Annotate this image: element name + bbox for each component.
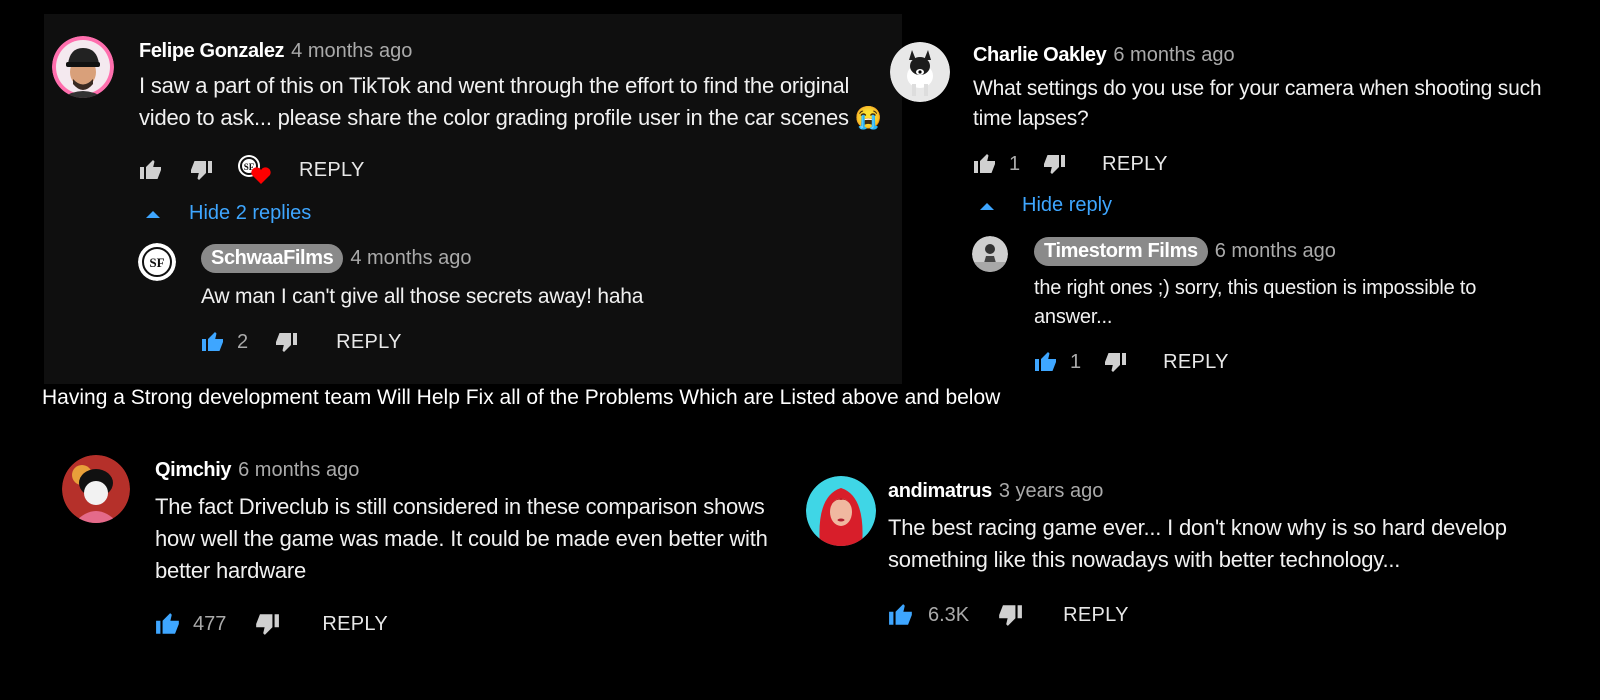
comment-actions: 6.3K REPLY <box>888 602 1129 628</box>
comment-panel-felipe: Felipe Gonzalez 4 months ago I saw a par… <box>44 14 902 384</box>
timestamp[interactable]: 6 months ago <box>238 459 359 482</box>
thumbs-up-icon[interactable] <box>888 602 914 628</box>
svg-text:SF: SF <box>149 255 164 270</box>
reply-button[interactable]: REPLY <box>322 613 388 636</box>
author-name[interactable]: Felipe Gonzalez <box>139 40 285 63</box>
hide-reply-toggle[interactable]: Hide reply <box>980 194 1112 217</box>
author-name[interactable]: Charlie Oakley <box>973 44 1107 67</box>
timestamp[interactable]: 4 months ago <box>291 40 412 63</box>
thumbs-down-icon[interactable] <box>274 330 298 354</box>
thumbs-up-icon[interactable] <box>155 611 181 637</box>
reply-button[interactable]: REPLY <box>1163 351 1229 374</box>
caret-up-icon <box>980 201 994 211</box>
comment-header: andimatrus 3 years ago <box>888 480 1103 503</box>
author-name[interactable]: andimatrus <box>888 480 992 503</box>
comment-panel-qimchiy: Qimchiy 6 months ago The fact Driveclub … <box>62 455 802 655</box>
timestamp[interactable]: 6 months ago <box>1215 240 1336 263</box>
author-name[interactable]: SchwaaFilms <box>201 244 344 273</box>
like-count: 2 <box>237 330 249 353</box>
thumbs-down-icon[interactable] <box>1042 152 1066 176</box>
timestamp[interactable]: 6 months ago <box>1113 44 1234 67</box>
comment-panel-charlie: Charlie Oakley 6 months ago What setting… <box>890 30 1600 386</box>
thumbs-down-icon[interactable] <box>1103 350 1127 374</box>
reply-actions: 1 REPLY <box>1034 350 1229 374</box>
hide-replies-label: Hide 2 replies <box>189 202 312 224</box>
author-name[interactable]: Qimchiy <box>155 459 232 482</box>
thumbs-up-icon[interactable] <box>973 152 997 176</box>
reply-button[interactable]: REPLY <box>1102 153 1168 176</box>
timestamp[interactable]: 3 years ago <box>999 480 1104 503</box>
comment-text: The best racing game ever... I don't kno… <box>888 515 1507 572</box>
reply-header: SchwaaFilms 4 months ago <box>201 244 472 273</box>
thumbs-down-icon[interactable] <box>997 602 1023 628</box>
comment-actions: SF REPLY <box>139 154 365 186</box>
avatar[interactable] <box>806 476 876 546</box>
thumbs-down-icon[interactable] <box>189 158 213 182</box>
thumbs-up-icon[interactable] <box>1034 350 1058 374</box>
hide-replies-toggle[interactable]: Hide 2 replies <box>146 202 311 225</box>
avatar[interactable] <box>890 42 950 102</box>
caret-up-icon <box>146 209 160 219</box>
reply-avatar[interactable] <box>972 236 1008 272</box>
comment-actions: 1 REPLY <box>973 152 1168 176</box>
reply-avatar[interactable]: SF <box>138 243 176 281</box>
comment-text: The fact Driveclub is still considered i… <box>155 494 768 583</box>
comment-header: Charlie Oakley 6 months ago <box>973 44 1235 67</box>
reply-actions: 2 REPLY <box>201 330 402 354</box>
reply-text: the right ones ;) sorry, this question i… <box>1034 277 1477 328</box>
thumbs-up-icon[interactable] <box>139 158 163 182</box>
like-count: 477 <box>193 612 227 635</box>
hide-reply-label: Hide reply <box>1022 194 1113 216</box>
comment-header: Qimchiy 6 months ago <box>155 459 359 482</box>
reply-button[interactable]: REPLY <box>1063 604 1129 627</box>
comment-panel-andimatrus: andimatrus 3 years ago The best racing g… <box>806 474 1596 654</box>
thumbs-down-icon[interactable] <box>254 611 280 637</box>
comment-header: Felipe Gonzalez 4 months ago <box>139 40 412 63</box>
like-count: 6.3K <box>928 603 970 626</box>
reply-button[interactable]: REPLY <box>336 331 402 354</box>
author-name[interactable]: Timestorm Films <box>1034 237 1208 266</box>
thumbs-up-icon[interactable] <box>201 330 225 354</box>
comment-text: I saw a part of this on TikTok and went … <box>139 73 882 130</box>
reply-text: Aw man I can't give all those secrets aw… <box>201 285 644 308</box>
creator-heart-icon: SF <box>237 154 271 186</box>
comment-actions: 477 REPLY <box>155 611 388 637</box>
like-count: 1 <box>1009 152 1021 175</box>
like-count: 1 <box>1070 350 1082 373</box>
avatar[interactable] <box>52 36 114 98</box>
timestamp[interactable]: 4 months ago <box>350 247 471 270</box>
caption-banner: Having a Strong development team Will He… <box>42 386 1001 409</box>
reply-header: Timestorm Films 6 months ago <box>1034 237 1336 266</box>
comment-text: What settings do you use for your camera… <box>973 77 1542 131</box>
avatar[interactable] <box>62 455 130 523</box>
reply-button[interactable]: REPLY <box>299 159 365 182</box>
